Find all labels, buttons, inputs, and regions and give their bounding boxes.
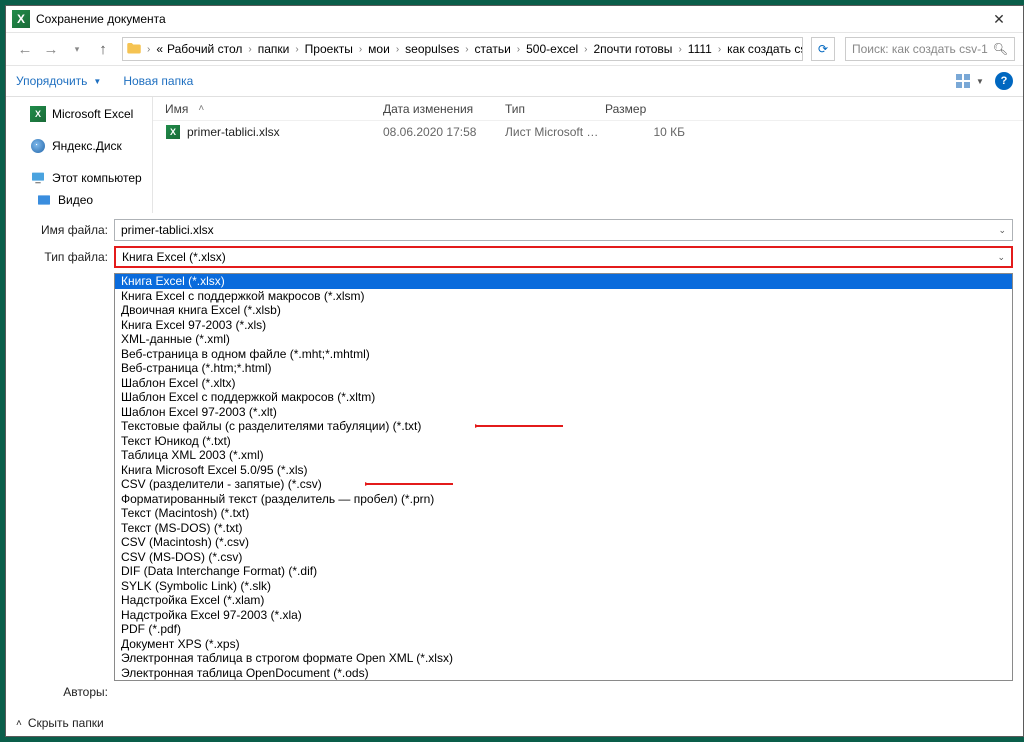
save-form: Имя файла: primer-tablici.xlsx ⌄ Тип фай… bbox=[6, 213, 1023, 710]
filetype-option[interactable]: Книга Excel 97-2003 (*.xls) bbox=[115, 318, 1012, 333]
col-size[interactable]: Размер bbox=[605, 97, 685, 120]
filetype-option[interactable]: Книга Excel (*.xlsx) bbox=[115, 274, 1012, 289]
filetype-option[interactable]: Документ XPS (*.xps) bbox=[115, 637, 1012, 652]
chevron-down-icon[interactable]: ⌄ bbox=[998, 225, 1006, 236]
filetype-option[interactable]: Текст (MS-DOS) (*.txt) bbox=[115, 521, 1012, 536]
filetype-option[interactable]: Текст (Macintosh) (*.txt) bbox=[115, 506, 1012, 521]
chevron-down-icon: ⌄ bbox=[997, 252, 1005, 263]
filetype-option[interactable]: PDF (*.pdf) bbox=[115, 622, 1012, 637]
authors-label: Авторы: bbox=[6, 685, 114, 699]
filetype-option[interactable]: CSV (разделители - запятые) (*.csv) bbox=[115, 477, 1012, 492]
refresh-button[interactable]: ⟳ bbox=[811, 37, 835, 61]
forward-button[interactable]: → bbox=[40, 38, 62, 60]
help-button[interactable]: ? bbox=[995, 72, 1013, 90]
filetype-option[interactable]: Шаблон Excel (*.xltx) bbox=[115, 376, 1012, 391]
sidebar: XMicrosoft Excel Яндекс.Диск Этот компьюте… bbox=[6, 97, 153, 213]
sidebar-item[interactable]: XMicrosoft Excel bbox=[6, 103, 152, 125]
back-button[interactable]: ← bbox=[14, 38, 36, 60]
filetype-option[interactable]: Двоичная книга Excel (*.xlsb) bbox=[115, 303, 1012, 318]
filetype-option[interactable]: Надстройка Excel 97-2003 (*.xla) bbox=[115, 608, 1012, 623]
dialog-footer: ˄ Скрыть папки bbox=[6, 710, 1023, 736]
filetype-label: Тип файла: bbox=[6, 250, 114, 264]
filetype-option[interactable]: Таблица XML 2003 (*.xml) bbox=[115, 448, 1012, 463]
col-date[interactable]: Дата изменения bbox=[383, 97, 505, 120]
save-dialog: X Сохранение документа ✕ ← → ▾ ↑ ›« Рабо… bbox=[5, 5, 1024, 737]
hide-folders-button[interactable]: ˄ Скрыть папки bbox=[16, 716, 104, 730]
search-input[interactable]: Поиск: как создать csv-1 🔍︎ bbox=[845, 37, 1015, 61]
filetype-dropdown: Книга Excel (*.xlsx)Книга Excel с поддер… bbox=[114, 273, 1013, 681]
breadcrumb[interactable]: ›« Рабочий стол› папки› Проекты› мои› se… bbox=[122, 37, 803, 61]
filetype-option[interactable]: DIF (Data Interchange Format) (*.dif) bbox=[115, 564, 1012, 579]
filetype-option[interactable]: CSV (Macintosh) (*.csv) bbox=[115, 535, 1012, 550]
filetype-option[interactable]: Веб-страница (*.htm;*.html) bbox=[115, 361, 1012, 376]
filetype-option[interactable]: XML-данные (*.xml) bbox=[115, 332, 1012, 347]
search-icon: 🔍︎ bbox=[993, 42, 1008, 56]
sidebar-item[interactable]: Этот компьютер bbox=[6, 167, 152, 189]
filetype-option[interactable]: Текст Юникод (*.txt) bbox=[115, 434, 1012, 449]
sidebar-item[interactable]: Яндекс.Диск bbox=[6, 135, 152, 157]
filetype-option[interactable]: Книга Excel с поддержкой макросов (*.xls… bbox=[115, 289, 1012, 304]
navbar: ← → ▾ ↑ ›« Рабочий стол› папки› Проекты›… bbox=[6, 33, 1023, 66]
column-headers: Имя˄ Дата изменения Тип Размер bbox=[153, 97, 1023, 121]
annotation-arrow bbox=[365, 477, 455, 491]
filetype-option[interactable]: Шаблон Excel 97-2003 (*.xlt) bbox=[115, 405, 1012, 420]
filetype-option[interactable]: Текстовые файлы (с разделителями табуляц… bbox=[115, 419, 1012, 434]
filetype-option[interactable]: CSV (MS-DOS) (*.csv) bbox=[115, 550, 1012, 565]
col-name[interactable]: Имя˄ bbox=[165, 97, 383, 120]
annotation-arrow bbox=[475, 419, 565, 433]
filetype-option[interactable]: SYLK (Symbolic Link) (*.slk) bbox=[115, 579, 1012, 594]
view-options[interactable]: ▼ bbox=[955, 71, 985, 91]
filetype-option[interactable]: Шаблон Excel с поддержкой макросов (*.xl… bbox=[115, 390, 1012, 405]
sidebar-item[interactable]: Документы bbox=[6, 211, 152, 213]
filetype-option[interactable]: Веб-страница в одном файле (*.mht;*.mhtm… bbox=[115, 347, 1012, 362]
filetype-option[interactable]: Форматированный текст (разделитель — про… bbox=[115, 492, 1012, 507]
filetype-select[interactable]: Книга Excel (*.xlsx) ⌄ bbox=[114, 246, 1013, 268]
chevron-up-icon: ˄ bbox=[16, 718, 22, 729]
close-button[interactable]: ✕ bbox=[977, 6, 1021, 33]
filetype-option[interactable]: Книга Microsoft Excel 5.0/95 (*.xls) bbox=[115, 463, 1012, 478]
organize-menu[interactable]: Упорядочить ▼ bbox=[16, 74, 101, 88]
filename-input[interactable]: primer-tablici.xlsx ⌄ bbox=[114, 219, 1013, 241]
filename-label: Имя файла: bbox=[6, 223, 114, 237]
excel-icon: X bbox=[12, 10, 30, 28]
window-title: Сохранение документа bbox=[36, 12, 977, 26]
titlebar: X Сохранение документа ✕ bbox=[6, 6, 1023, 33]
new-folder-button[interactable]: Новая папка bbox=[123, 74, 193, 88]
sidebar-item[interactable]: Видео bbox=[6, 189, 152, 211]
filetype-option[interactable]: Электронная таблица OpenDocument (*.ods) bbox=[115, 666, 1012, 681]
col-type[interactable]: Тип bbox=[505, 97, 605, 120]
chevron-down-icon: ▼ bbox=[93, 77, 101, 86]
filetype-option[interactable]: Надстройка Excel (*.xlam) bbox=[115, 593, 1012, 608]
file-list: Имя˄ Дата изменения Тип Размер X primer-… bbox=[153, 97, 1023, 213]
dropdown-history[interactable]: ▾ bbox=[66, 38, 88, 60]
file-row[interactable]: X primer-tablici.xlsx 08.06.2020 17:58 Л… bbox=[153, 121, 1023, 143]
filetype-option[interactable]: Электронная таблица в строгом формате Op… bbox=[115, 651, 1012, 666]
up-button[interactable]: ↑ bbox=[92, 38, 114, 60]
file-icon: X bbox=[165, 124, 181, 140]
toolbar: Упорядочить ▼ Новая папка ▼ ? bbox=[6, 66, 1023, 97]
folder-icon bbox=[125, 39, 143, 59]
